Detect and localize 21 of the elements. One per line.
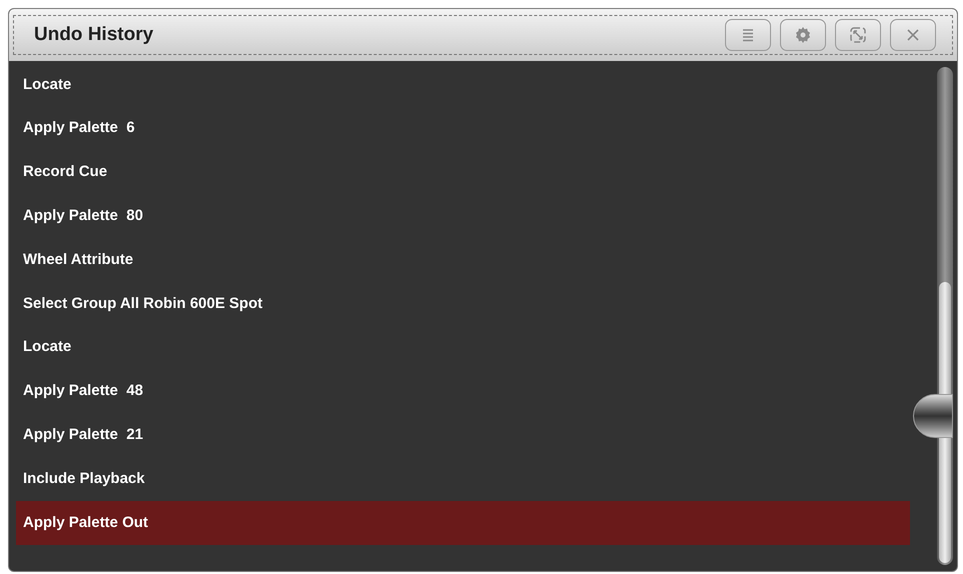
close-button[interactable] [890,19,936,51]
history-item[interactable]: Include Playback [16,457,910,501]
history-item[interactable]: Select Group All Robin 600E Spot [16,282,910,326]
resize-button[interactable] [835,19,881,51]
resize-icon [849,26,867,44]
settings-icon [794,26,812,44]
history-item[interactable]: Locate [16,63,910,107]
menu-icon [741,28,755,42]
settings-button[interactable] [780,19,826,51]
close-icon [906,28,920,42]
scrollbar[interactable] [913,67,953,565]
history-item[interactable]: Apply Palette 48 [16,370,910,414]
history-item[interactable]: Apply Palette Out [16,500,910,545]
history-item[interactable]: Record Cue [16,150,910,194]
history-item[interactable]: Apply Palette 80 [16,194,910,238]
history-item[interactable]: Wheel Attribute [16,238,910,282]
menu-button[interactable] [725,19,771,51]
history-item[interactable]: Apply Palette 21 [16,413,910,458]
window-title: Undo History [34,22,154,47]
history-item[interactable]: Apply Palette 6 [16,106,910,151]
history-item[interactable]: Locate [16,326,910,370]
